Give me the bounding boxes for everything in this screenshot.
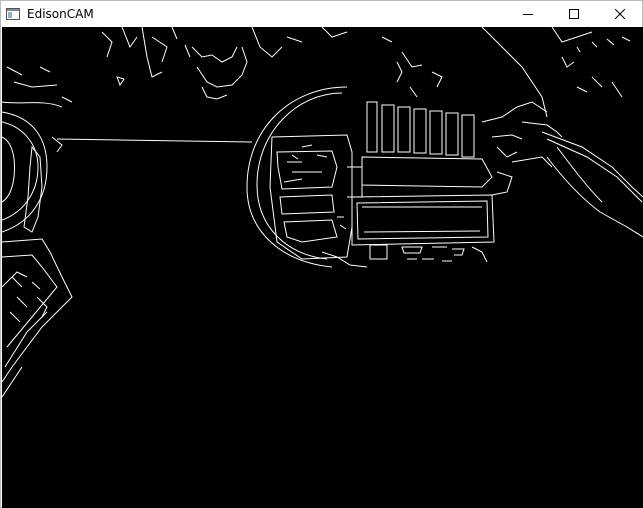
- edge-image: [2, 27, 643, 398]
- maximize-button[interactable]: [551, 1, 597, 27]
- minimize-icon: [523, 9, 533, 19]
- window-title: EdisonCAM: [27, 7, 94, 21]
- title-bar[interactable]: EdisonCAM: [1, 1, 642, 27]
- camera-view: [2, 27, 643, 508]
- close-button[interactable]: [597, 1, 643, 27]
- window-app-icon[interactable]: [6, 7, 20, 20]
- app-window: EdisonCAM: [0, 0, 643, 508]
- maximize-icon: [569, 9, 579, 19]
- minimize-button[interactable]: [505, 1, 551, 27]
- close-icon: [615, 9, 625, 19]
